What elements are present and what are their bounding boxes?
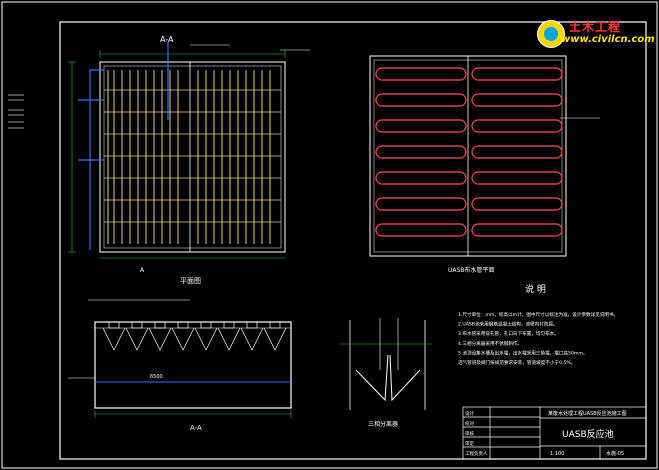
note-line: 沼气管道及阀门按规范要求安装，管道坡度不小于0.5%。 — [458, 359, 575, 366]
gas-hood — [154, 321, 166, 329]
inner-frame — [59, 21, 647, 460]
gas-hood — [108, 321, 120, 329]
section-title: A-A — [190, 424, 202, 432]
pipe-loop — [375, 223, 467, 237]
note-line: 1.尺寸单位：mm，标高以m计，图中尺寸以标注为准，设计参数详见说明书。 — [458, 311, 618, 318]
title-block-row: 校对 — [465, 420, 474, 427]
pipe-loop — [375, 145, 467, 159]
pipe-loop — [375, 93, 467, 107]
pipe-loop — [471, 93, 563, 107]
pipe-loop — [375, 171, 467, 185]
cad-drawing: A-A 平面图 A UASB布水管平面 6500 A-A 三相分离器 说 明 1… — [1, 1, 658, 469]
pipe-loop — [471, 67, 563, 81]
plan-right-title: UASB布水管平面 — [448, 266, 494, 274]
gas-hood — [223, 321, 235, 329]
separator-hopper — [194, 327, 218, 351]
section-dim-text: 6500 — [150, 374, 163, 380]
pipe-loop — [471, 223, 563, 237]
notes-heading: 说 明 — [525, 283, 546, 295]
note-line: 2.UASB池采用钢筋混凝土结构，池壁内衬防腐。 — [458, 321, 558, 328]
pipe-loop — [375, 119, 467, 133]
plan-view-left: A-A 平面图 A — [68, 35, 310, 285]
gas-hood — [177, 321, 189, 329]
pipe-loop — [471, 171, 563, 185]
title-block-sheet: 水施-05 — [606, 450, 624, 457]
separator-hopper — [240, 327, 264, 351]
title-block-row: 审核 — [465, 430, 474, 437]
separator-hopper — [171, 327, 195, 351]
separator-hopper — [263, 327, 287, 351]
separator-hopper — [217, 327, 241, 351]
note-line: 5.池顶设集水槽及出水堰，出水堰采用三角堰，堰口高50mm。 — [458, 349, 587, 356]
gas-hood — [269, 321, 281, 329]
pipe-loop — [471, 145, 563, 159]
title-block-scale: 1:100 — [550, 451, 564, 457]
note-line: 4.三相分离器采用不锈钢制作。 — [458, 340, 522, 347]
pipe-loop — [375, 197, 467, 211]
plan-left-title: 平面图 — [180, 277, 201, 285]
gas-hood — [246, 321, 258, 329]
pipe-loop — [375, 67, 467, 81]
pipe-loop — [471, 197, 563, 211]
title-block-drawing: UASB反应池 — [562, 428, 614, 440]
separator-hopper — [148, 327, 172, 351]
section-view: 6500 A-A — [68, 299, 292, 432]
title-block-row: 设计 — [465, 410, 474, 417]
separator-hopper — [102, 327, 126, 351]
distribution-pipes — [375, 67, 563, 237]
separator-hopper — [125, 327, 149, 351]
notes: 说 明 1.尺寸单位：mm，标高以m计，图中尺寸以标注为准，设计参数详见说明书。… — [458, 283, 618, 366]
separator-detail: 三相分离器 — [340, 318, 432, 428]
section-mark-label: A-A — [160, 35, 174, 44]
note-line: 3.布水管采用穿孔管，孔口向下布置，均匀布水。 — [458, 330, 559, 337]
margin-ticks — [8, 94, 24, 129]
title-block-row: 工程负责人 — [465, 450, 488, 457]
title-block-project: 某废水处理工程UASB反应池施工图 — [548, 410, 627, 417]
title-block-row: 审定 — [465, 440, 474, 447]
gas-hood — [131, 321, 143, 329]
gas-hood — [200, 321, 212, 329]
pipe-loop — [471, 119, 563, 133]
watermark: 土木工程 www.civilcn.com — [535, 16, 655, 50]
plan-left-mark: A — [140, 267, 145, 274]
detail-title: 三相分离器 — [368, 420, 398, 428]
watermark-cn: 土木工程 — [569, 20, 622, 34]
watermark-url: www.civilcn.com — [561, 34, 655, 45]
plan-view-right: UASB布水管平面 — [369, 55, 600, 274]
